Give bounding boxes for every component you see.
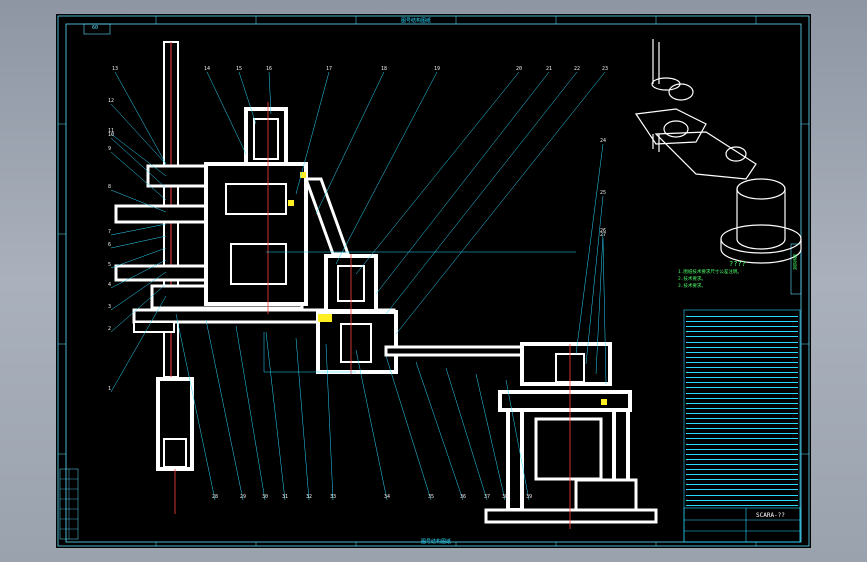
leader-line: [110, 223, 167, 236]
callout-label: 10: [108, 132, 115, 138]
leader-line: [265, 331, 286, 501]
callout-label: 29: [240, 494, 247, 500]
leader-line: [355, 71, 520, 275]
main-mechanism: [114, 41, 658, 524]
leader-line: [395, 71, 606, 335]
callout-label: 25: [600, 190, 607, 196]
title-block-code: SCARA-??: [756, 512, 785, 519]
callout-label: 35: [428, 494, 435, 500]
tech-req-line: 2.技术要求。: [678, 277, 706, 282]
callout-label: 38: [502, 494, 509, 500]
leader-line: [385, 355, 432, 501]
callout-label: 24: [600, 138, 607, 144]
callout-label: 7: [108, 229, 112, 235]
leader-line: [295, 337, 310, 501]
leader-line: [415, 361, 464, 501]
iso-caption: ????: [729, 260, 746, 268]
leader-line: [375, 71, 550, 295]
callout-label: 4: [108, 282, 112, 288]
drawing-title-bottom: 图号结构图纸: [421, 539, 452, 545]
tech-req-line: 3.技术要求。: [678, 284, 706, 289]
leader-line: [385, 71, 578, 315]
callout-label: 39: [526, 494, 533, 500]
callout-label: 36: [460, 494, 467, 500]
callout-label: 37: [484, 494, 491, 500]
tech-req-line: 1.图纸技术要求尺寸公差注明。: [678, 270, 742, 275]
corner-box-label: 60: [92, 25, 99, 31]
leader-line: [235, 325, 266, 501]
callout-label: 14: [204, 66, 211, 72]
leader-line: [114, 71, 167, 165]
bom-table: [686, 312, 798, 506]
leader-line: [295, 71, 330, 195]
callout-label: 2: [108, 326, 112, 332]
leader-line: [445, 367, 488, 501]
callout-label: 31: [282, 494, 289, 500]
callout-label: 12: [108, 98, 115, 104]
callout-label: 34: [384, 494, 391, 500]
callout-label: 17: [326, 66, 333, 72]
callout-label: 18: [381, 66, 388, 72]
callout-label: 28: [212, 494, 219, 500]
right-strip-label: 图纸结构: [793, 254, 798, 270]
callout-label: 8: [108, 184, 112, 190]
leader-line: [110, 235, 167, 249]
callout-label: 13: [112, 66, 119, 72]
leader-line: [206, 71, 247, 155]
leader-line: [110, 137, 167, 189]
callout-label: 27: [600, 232, 607, 238]
callout-label: 23: [602, 66, 609, 72]
callout-label: 15: [236, 66, 243, 72]
callout-label: 9: [108, 146, 112, 152]
callout-label: 21: [546, 66, 553, 72]
callout-label: 33: [330, 494, 337, 500]
drawing-sheet: 图号结构图纸 图号结构图纸 60 ???? 1.图纸技术要求尺寸公差注明。 2.技…: [56, 14, 811, 548]
isometric-view: [634, 39, 802, 264]
callout-label: 30: [262, 494, 269, 500]
callout-label: 32: [306, 494, 313, 500]
callout-label: 16: [266, 66, 273, 72]
callout-label: 6: [108, 242, 112, 248]
callout-label: 20: [516, 66, 523, 72]
drawing-title-top: 图号结构图纸: [401, 18, 432, 24]
callout-label: 19: [434, 66, 441, 72]
callout-label: 22: [574, 66, 581, 72]
bom-row: [686, 501, 798, 506]
leader-line: [575, 143, 604, 355]
leader-line: [205, 319, 244, 501]
callout-label: 1: [108, 386, 112, 392]
callout-label: 3: [108, 304, 112, 310]
leader-line: [315, 71, 385, 215]
callout-label: 5: [108, 262, 112, 268]
